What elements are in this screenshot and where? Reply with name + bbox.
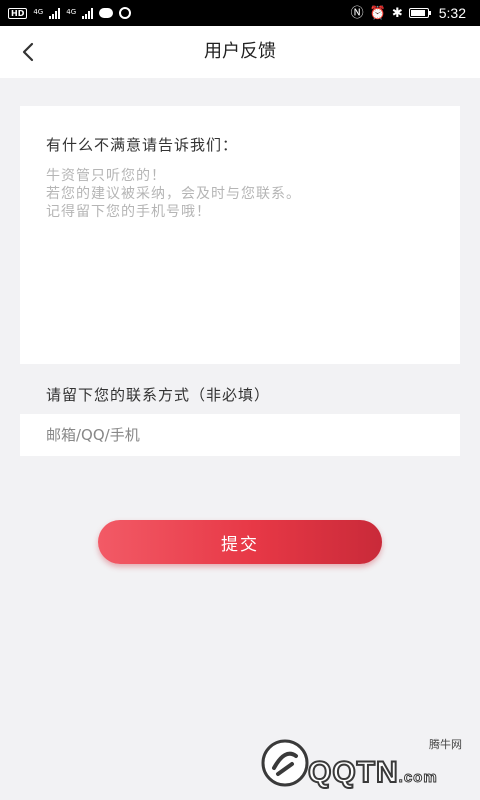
alarm-icon: ⏰ [369, 5, 386, 21]
watermark-suffix: .com [398, 769, 438, 787]
signal-strength-icon [49, 7, 61, 19]
watermark-sub: 腾牛网 [429, 738, 462, 751]
battery-icon [408, 8, 431, 18]
submit-button[interactable]: 提交 [98, 520, 382, 564]
page-title: 用户反馈 [204, 41, 276, 62]
contact-input[interactable] [20, 414, 460, 456]
feedback-prompt-label: 有什么不满意请告诉我们： [46, 136, 239, 154]
app-header: 用户反馈 [0, 26, 480, 78]
eye-icon [119, 7, 132, 19]
clock-time: 5:32 [438, 5, 466, 21]
bluetooth-icon: ✱ [391, 5, 403, 21]
message-icon [99, 8, 114, 18]
status-right: Ⓝ ⏰ ✱ 5:32 [351, 5, 466, 21]
watermark-brand: QQTN.com [307, 755, 438, 790]
network-type-label: 4G [33, 8, 44, 16]
feedback-card: 有什么不满意请告诉我们： [20, 106, 460, 364]
signal-strength-icon-2 [82, 7, 94, 19]
contact-label: 请留下您的联系方式（非必填） [46, 386, 271, 404]
hd-badge: HD [8, 7, 28, 19]
contact-field-container [20, 414, 460, 456]
status-bar: HD 4G 4G Ⓝ ⏰ ✱ 5:32 [0, 0, 480, 26]
feedback-textarea[interactable] [46, 167, 434, 347]
qqtn-logo-icon [261, 739, 309, 787]
site-watermark: QQTN.com 腾牛网 [260, 736, 470, 792]
status-left: HD 4G 4G [8, 7, 132, 19]
network-type-label-2: 4G [66, 8, 77, 16]
watermark-brand-text: QQTN [307, 755, 399, 790]
nfc-icon: Ⓝ [350, 5, 364, 21]
battery-level-fill [410, 10, 425, 16]
